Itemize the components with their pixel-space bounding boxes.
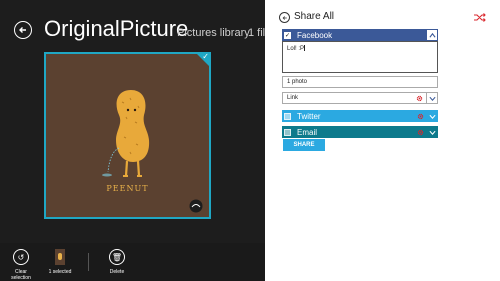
email-label: Email	[297, 127, 318, 137]
app-bar-divider	[88, 253, 89, 271]
facebook-message-text: Lol! :P	[287, 46, 305, 52]
peanut-illustration	[102, 90, 150, 177]
app-area: OriginalPicture Pictures library 1 file …	[0, 0, 265, 281]
selected-items-button[interactable]: 1 selected	[46, 249, 74, 275]
twitter-expand-button[interactable]	[427, 110, 437, 122]
tile-caption: PEENUT	[106, 184, 149, 193]
share-back-button[interactable]	[279, 12, 290, 23]
email-expand-button[interactable]	[427, 126, 437, 138]
shuffle-icon[interactable]	[474, 13, 486, 22]
link-text: Link	[287, 95, 299, 101]
twitter-settings-button[interactable]	[415, 110, 425, 122]
clear-selection-icon: ↺	[13, 249, 29, 265]
chevron-down-icon	[428, 130, 436, 135]
selected-count-label: 1 selected	[48, 269, 72, 275]
delete-icon: 🗑	[109, 249, 125, 265]
facebook-service-bar[interactable]: ✓ Facebook	[282, 29, 438, 41]
gear-icon	[417, 113, 423, 119]
facebook-message-input[interactable]: Lol! :P	[282, 41, 438, 73]
clear-selection-label: Clear selection	[11, 269, 31, 281]
app-bar: ↺ Clear selection 1 selected 🗑 Delete	[0, 243, 265, 281]
chevron-up-icon	[428, 32, 436, 38]
share-pane: Share All ✓ Facebook Lol! :P 1 photo Lin…	[265, 0, 500, 281]
facebook-label: Facebook	[297, 30, 333, 40]
delete-button[interactable]: 🗑 Delete	[106, 249, 128, 275]
link-settings-button[interactable]	[414, 92, 424, 104]
facebook-checkbox[interactable]: ✓	[284, 31, 291, 39]
back-button[interactable]	[14, 21, 32, 39]
picture-tile[interactable]: ✓ PEENUT	[44, 52, 211, 219]
breadcrumb[interactable]: Pictures library	[177, 27, 250, 39]
facebook-photo-count-field[interactable]: 1 photo	[282, 76, 438, 88]
back-arrow-icon	[19, 27, 26, 33]
photo-count-text: 1 photo	[287, 79, 308, 85]
delete-label: Delete	[109, 269, 125, 275]
twitter-label: Twitter	[297, 111, 321, 121]
chevron-down-icon	[428, 114, 436, 119]
selected-thumbnail	[55, 249, 65, 265]
link-dropdown-button[interactable]	[426, 92, 438, 104]
facebook-collapse-button[interactable]	[427, 30, 437, 40]
twitter-checkbox[interactable]	[284, 112, 291, 120]
email-checkbox[interactable]	[284, 128, 291, 136]
checkmark-icon: ✓	[202, 52, 209, 61]
twitter-service-bar[interactable]: Twitter	[282, 110, 438, 122]
clear-selection-button[interactable]: ↺ Clear selection	[6, 249, 36, 281]
page-title: OriginalPicture	[44, 16, 189, 41]
gear-icon	[417, 129, 423, 135]
share-button[interactable]: SHARE	[283, 139, 325, 151]
file-count: 1 file	[248, 27, 265, 39]
share-title: Share All	[294, 11, 335, 22]
gear-icon	[416, 95, 422, 101]
text-caret	[304, 45, 306, 51]
chevron-down-icon	[429, 96, 436, 101]
back-arrow-icon	[282, 15, 287, 20]
artist-logo-icon	[189, 199, 203, 213]
email-service-bar[interactable]: Email	[282, 126, 438, 138]
email-settings-button[interactable]	[415, 126, 425, 138]
